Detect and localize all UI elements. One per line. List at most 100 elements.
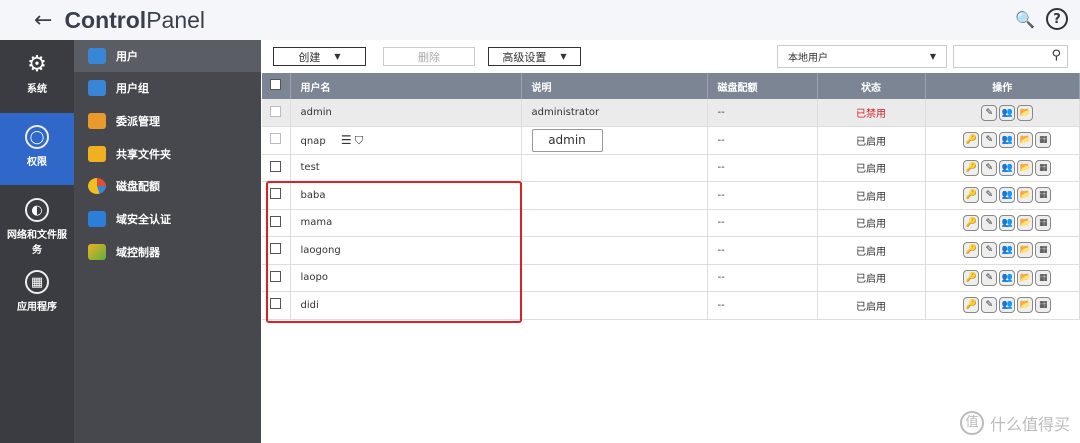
nav-item-network[interactable]: ◐ 网络和文件服务 bbox=[0, 198, 74, 256]
status: 已启用 bbox=[817, 209, 926, 237]
submenu-domain-auth[interactable]: 域安全认证 bbox=[74, 203, 261, 235]
edit-password-icon[interactable]: 🔑 bbox=[963, 187, 980, 204]
edit-password-icon[interactable]: 🔑 bbox=[963, 269, 980, 286]
edit-password-icon[interactable]: 🔑 bbox=[963, 297, 980, 314]
status: 已启用 bbox=[817, 154, 926, 182]
user-icon bbox=[88, 48, 106, 64]
help-icon[interactable]: ? bbox=[1046, 8, 1068, 30]
app-permission-icon[interactable]: ▦ bbox=[1035, 269, 1052, 286]
nav-item-permissions[interactable]: ◯ 权限 bbox=[0, 113, 74, 185]
chevron-down-icon: ▼ bbox=[929, 52, 936, 61]
toolbar: 创建 ▼ 删除 高级设置 ▼ 本地用户 ▼ ⚲ bbox=[261, 40, 1080, 73]
edit-group-icon[interactable]: 👥 bbox=[999, 132, 1016, 149]
status: 已启用 bbox=[817, 126, 926, 155]
col-actions: 操作 bbox=[925, 73, 1080, 99]
edit-folder-permission-icon[interactable]: 📂 bbox=[1017, 297, 1034, 314]
create-button[interactable]: 创建 ▼ bbox=[273, 47, 366, 66]
edit-profile-icon[interactable]: ✎ bbox=[981, 214, 998, 231]
edit-folder-permission-icon[interactable]: 📂 bbox=[1017, 159, 1034, 176]
quota: -- bbox=[707, 264, 818, 292]
edit-profile-icon[interactable]: ✎ bbox=[981, 132, 998, 149]
main-nav: ⚙ 系统 ◯ 权限 ◐ 网络和文件服务 ▦ 应用程序 bbox=[0, 40, 74, 443]
edit-folder-permission-icon[interactable]: 📂 bbox=[1017, 214, 1034, 231]
status: 已启用 bbox=[817, 291, 926, 320]
app-permission-icon[interactable]: ▦ bbox=[1035, 159, 1052, 176]
edit-group-icon[interactable]: 👥 bbox=[999, 104, 1016, 121]
row-checkbox[interactable] bbox=[270, 105, 281, 117]
row-checkbox[interactable] bbox=[270, 160, 281, 172]
quota-icon bbox=[88, 178, 106, 194]
edit-group-icon[interactable]: 👥 bbox=[999, 187, 1016, 204]
search-input[interactable]: ⚲ bbox=[953, 45, 1068, 68]
globe-icon: ◐ bbox=[25, 198, 49, 222]
app-permission-icon[interactable]: ▦ bbox=[1035, 132, 1052, 149]
table-row[interactable]: admin administrator -- 已禁用 ✎ 👥 📂 bbox=[262, 99, 1080, 127]
submenu-quota[interactable]: 磁盘配额 bbox=[74, 170, 261, 202]
select-all-checkbox[interactable] bbox=[270, 79, 281, 90]
group-icon bbox=[88, 80, 106, 96]
edit-group-icon[interactable]: 👥 bbox=[999, 214, 1016, 231]
edit-folder-permission-icon[interactable]: 📂 bbox=[1017, 104, 1034, 121]
domain-icon bbox=[88, 211, 106, 227]
edit-group-icon[interactable]: 👥 bbox=[999, 297, 1016, 314]
edit-folder-permission-icon[interactable]: 📂 bbox=[1017, 242, 1034, 259]
folder-icon bbox=[88, 146, 106, 162]
app-title: ControlPanel bbox=[64, 6, 206, 33]
edit-folder-permission-icon[interactable]: 📂 bbox=[1017, 132, 1034, 149]
nav-item-system[interactable]: ⚙ 系统 bbox=[0, 51, 74, 96]
edit-group-icon[interactable]: 👥 bbox=[999, 159, 1016, 176]
apps-icon: ▦ bbox=[25, 270, 49, 294]
col-description[interactable]: 说明 bbox=[521, 73, 708, 99]
quota: -- bbox=[707, 126, 818, 155]
advanced-settings-button[interactable]: 高级设置 ▼ bbox=[488, 47, 581, 66]
app-permission-icon[interactable]: ▦ bbox=[1035, 187, 1052, 204]
table-row[interactable]: test -- 已启用 🔑 ✎ 👥 📂 ▦ bbox=[262, 154, 1080, 182]
submenu-shared-folders[interactable]: 共享文件夹 bbox=[74, 138, 261, 170]
edit-password-icon[interactable]: 🔑 bbox=[963, 132, 980, 149]
edit-profile-icon[interactable]: ✎ bbox=[981, 269, 998, 286]
submenu-delegation[interactable]: 委派管理 bbox=[74, 105, 261, 137]
edit-profile-icon[interactable]: ✎ bbox=[981, 297, 998, 314]
submenu-domain-controller[interactable]: 域控制器 bbox=[74, 236, 261, 268]
app-permission-icon[interactable]: ▦ bbox=[1035, 297, 1052, 314]
status: 已启用 bbox=[817, 264, 926, 292]
quota: -- bbox=[707, 209, 818, 237]
gear-icon: ⚙ bbox=[27, 51, 47, 77]
edit-group-icon[interactable]: 👥 bbox=[999, 242, 1016, 259]
delete-button[interactable]: 删除 bbox=[383, 47, 475, 66]
edit-folder-permission-icon[interactable]: 📂 bbox=[1017, 187, 1034, 204]
controller-icon bbox=[88, 244, 106, 260]
quota: -- bbox=[707, 236, 818, 265]
col-username[interactable]: 用户名 bbox=[290, 73, 522, 99]
row-checkbox[interactable] bbox=[270, 133, 281, 145]
user-type-select[interactable]: 本地用户 ▼ bbox=[777, 45, 947, 68]
settings-sliders-icon[interactable]: ☰ bbox=[341, 133, 352, 147]
username: admin bbox=[300, 107, 332, 118]
search-icon: ⚲ bbox=[1051, 48, 1061, 63]
description: administrator bbox=[531, 107, 600, 118]
edit-folder-permission-icon[interactable]: 📂 bbox=[1017, 269, 1034, 286]
edit-profile-icon[interactable]: ✎ bbox=[981, 187, 998, 204]
edit-group-icon[interactable]: 👥 bbox=[999, 269, 1016, 286]
table-row[interactable]: qnap ☰ ⛉ admin -- 已启用 🔑 ✎ 👥 📂 ▦ bbox=[262, 126, 1080, 155]
quota: -- bbox=[707, 291, 818, 320]
col-quota[interactable]: 磁盘配额 bbox=[707, 73, 818, 99]
search-icon[interactable]: 🔍 bbox=[1014, 8, 1036, 30]
description-badge[interactable]: admin bbox=[531, 128, 603, 152]
back-arrow-icon[interactable]: ← bbox=[34, 8, 52, 33]
edit-password-icon[interactable]: 🔑 bbox=[963, 242, 980, 259]
quota: -- bbox=[707, 99, 818, 127]
edit-profile-icon[interactable]: ✎ bbox=[981, 159, 998, 176]
submenu-users[interactable]: 用户 bbox=[74, 40, 261, 72]
col-status: 状态 bbox=[817, 73, 926, 99]
shield-icon[interactable]: ⛉ bbox=[355, 134, 363, 147]
submenu-groups[interactable]: 用户组 bbox=[74, 72, 261, 104]
edit-password-icon[interactable]: 🔑 bbox=[963, 159, 980, 176]
submenu: 用户 用户组 委派管理 共享文件夹 磁盘配额 域安全认证 域控制器 bbox=[74, 40, 261, 443]
edit-password-icon[interactable]: 🔑 bbox=[963, 214, 980, 231]
edit-profile-icon[interactable]: ✎ bbox=[981, 242, 998, 259]
app-permission-icon[interactable]: ▦ bbox=[1035, 242, 1052, 259]
edit-profile-icon[interactable]: ✎ bbox=[981, 104, 998, 121]
app-permission-icon[interactable]: ▦ bbox=[1035, 214, 1052, 231]
nav-item-apps[interactable]: ▦ 应用程序 bbox=[0, 270, 74, 313]
